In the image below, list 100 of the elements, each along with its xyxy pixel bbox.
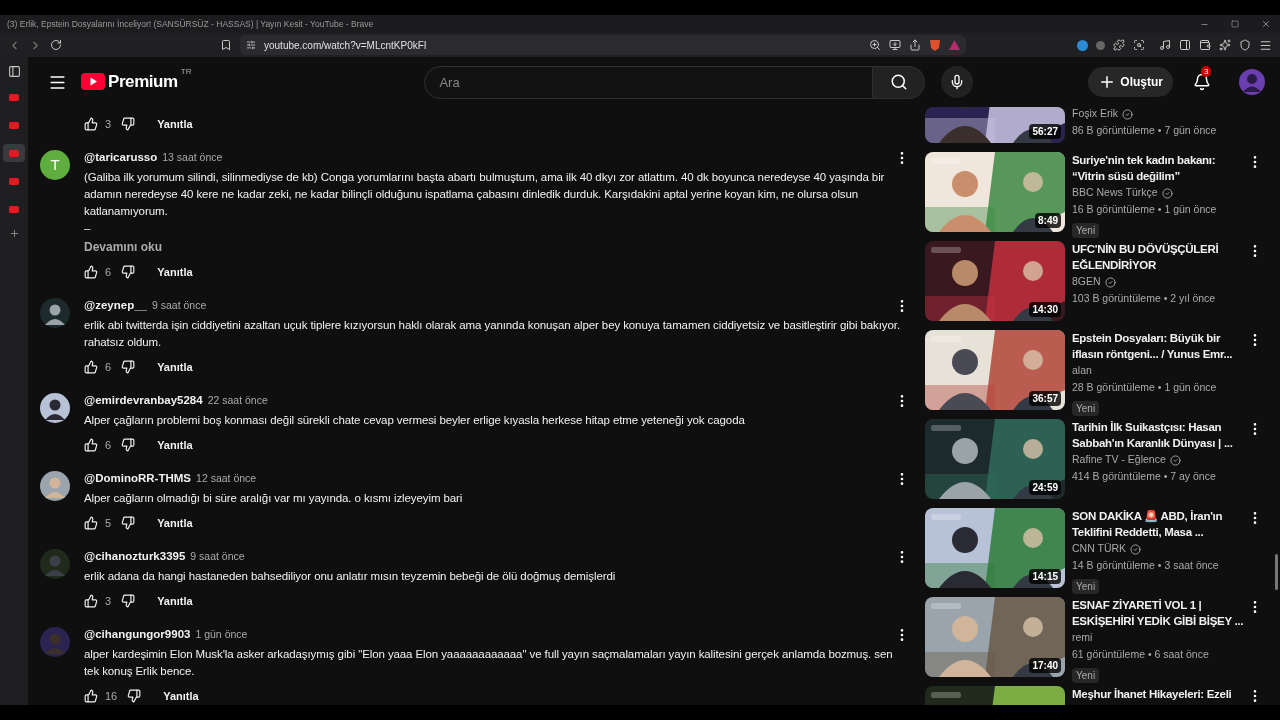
reply-button[interactable]: Yanıtla xyxy=(151,355,199,379)
tab-favicon[interactable] xyxy=(3,144,25,162)
logo-icon[interactable] xyxy=(81,73,105,90)
reply-button[interactable]: Yanıtla xyxy=(151,511,199,535)
notification-count: 3 xyxy=(1201,66,1212,77)
new-badge: Yeni xyxy=(1072,668,1100,683)
reply-button[interactable]: Yanıtla xyxy=(157,684,205,705)
reply-button[interactable]: Yanıtla xyxy=(151,112,199,136)
comment-text: Alper cağların olmadığı bi süre aralığı var mı yayında. o kısmı izleyeyim bari xyxy=(84,491,464,506)
shield-icon[interactable] xyxy=(929,38,941,52)
video-meta: 14 B görüntüleme • 3 saat önce xyxy=(1072,558,1220,573)
thumbs-up-icon[interactable] xyxy=(84,438,98,452)
video-meta: 16 B görüntüleme • 1 gün önce xyxy=(1072,202,1218,217)
channel-name[interactable]: Foşix Erik xyxy=(1072,107,1119,122)
thumbs-down-icon[interactable] xyxy=(121,594,136,608)
install-icon[interactable] xyxy=(889,39,901,51)
music-icon[interactable] xyxy=(1159,39,1171,51)
vpn-icon[interactable] xyxy=(1239,39,1251,51)
video-duration: 24:59 xyxy=(1029,480,1061,495)
avatar[interactable] xyxy=(40,298,70,328)
extension-icon[interactable] xyxy=(1077,39,1088,51)
video-title[interactable]: Suriye'nin tek kadın bakanı: “Vitrin süsü değilim” xyxy=(1072,152,1248,184)
thumbs-down-icon[interactable] xyxy=(121,117,136,131)
extensions-icon[interactable] xyxy=(1113,39,1125,51)
bookmark-icon[interactable] xyxy=(220,39,232,51)
triangle-icon[interactable] xyxy=(949,40,960,50)
comment-time[interactable]: 9 saat önce xyxy=(152,298,207,314)
scrollbar-thumb[interactable] xyxy=(1275,554,1278,590)
avatar[interactable] xyxy=(40,393,70,423)
channel-name[interactable]: BBC News Türkçe xyxy=(1072,185,1158,201)
comment-author[interactable]: @taricarusso xyxy=(84,149,158,167)
address-bar[interactable]: youtube.com/watch?v=MLcntKP0kFI xyxy=(240,35,966,55)
thumbs-up-icon[interactable] xyxy=(84,265,98,279)
comment-author[interactable]: @cihanozturk3395 xyxy=(84,548,186,566)
thumbs-down-icon[interactable] xyxy=(121,265,136,279)
video-title[interactable]: UFC'NİN BU DÖVÜŞÇÜLERİ EĞLENDİRİYOR xyxy=(1072,241,1248,273)
video-title[interactable]: Tarihin İlk Suikastçısı: Hasan Sabbah'ın Karanlık Dünyası | ... xyxy=(1072,419,1248,451)
thumbs-down-icon[interactable] xyxy=(121,360,136,374)
comment-time[interactable]: 22 saat önce xyxy=(207,393,268,409)
account-avatar[interactable] xyxy=(1239,69,1265,95)
read-more-link[interactable]: Devamını oku xyxy=(84,239,163,256)
comment-time[interactable]: 9 saat önce xyxy=(190,549,245,565)
close-icon[interactable] xyxy=(1261,19,1271,29)
zoom-icon[interactable] xyxy=(869,39,881,51)
video-title[interactable]: SON DAKİKA 🚨 ABD, İran'ın Teklifini Reddetti, Masa ... xyxy=(1072,508,1248,540)
thumbs-down-icon[interactable] xyxy=(121,438,136,452)
sparkle-icon[interactable] xyxy=(1219,39,1231,51)
thumbs-up-icon[interactable] xyxy=(84,360,98,374)
channel-name[interactable]: 8GEN xyxy=(1072,274,1101,290)
like-count: 6 xyxy=(105,437,112,453)
video-meta: 103 B görüntüleme • 2 yıl önce xyxy=(1072,291,1217,306)
reply-button[interactable]: Yanıtla xyxy=(151,589,199,613)
like-count: 3 xyxy=(105,593,112,609)
comment-time[interactable]: 13 saat önce xyxy=(162,150,223,166)
sidebar-panel-icon[interactable] xyxy=(7,65,21,78)
comment-author[interactable]: @emirdevranbay5284 xyxy=(84,392,203,410)
thumbs-down-icon[interactable] xyxy=(121,516,136,530)
new-badge: Yeni xyxy=(1072,223,1100,238)
reply-button[interactable]: Yanıtla xyxy=(151,433,199,457)
sidebar-icon[interactable] xyxy=(1179,39,1191,51)
voice-search-button[interactable] xyxy=(941,66,974,98)
video-title[interactable]: Meşhur İhanet Hikayeleri: Ezeli xyxy=(1072,686,1248,702)
video-title[interactable]: Epstein Dosyaları: Büyük bir iflasın röntgeni... / Yunus Emr... xyxy=(1072,330,1248,362)
video-duration: 36:57 xyxy=(1029,391,1061,406)
video-title[interactable]: ESNAF ZİYARETİ VOL 1 | ESKİŞEHİRİ YEDİK GİBİ BİŞEY ... xyxy=(1072,597,1248,629)
share-icon[interactable] xyxy=(909,39,921,51)
channel-name[interactable]: alan xyxy=(1072,363,1092,379)
search-field[interactable]: Ara xyxy=(424,65,874,99)
thumbs-up-icon[interactable] xyxy=(84,117,98,131)
comment-time[interactable]: 12 saat önce xyxy=(196,471,257,487)
screenshot-icon[interactable] xyxy=(1133,39,1145,51)
comment-author[interactable]: @DominoRR-THMS xyxy=(84,470,192,488)
channel-name[interactable]: remi xyxy=(1072,630,1093,646)
avatar[interactable] xyxy=(40,471,70,501)
like-count: 5 xyxy=(105,515,112,531)
thumbs-up-icon[interactable] xyxy=(84,594,98,608)
notifications-icon[interactable] xyxy=(1193,73,1211,91)
video-meta: 61 görüntüleme • 6 saat önce xyxy=(1072,647,1210,662)
thumbs-down-icon[interactable] xyxy=(127,689,142,703)
comment-time[interactable]: 1 gün önce xyxy=(195,627,248,643)
thumbs-up-icon[interactable] xyxy=(84,516,98,530)
reply-button[interactable]: Yanıtla xyxy=(151,260,199,284)
thumbs-up-icon[interactable] xyxy=(84,689,98,703)
video-meta: 86 B görüntüleme • 7 gün önce xyxy=(1072,123,1218,138)
extension-icon[interactable] xyxy=(1096,40,1105,50)
channel-name[interactable]: CNN TÜRK xyxy=(1072,541,1127,557)
site-settings-icon[interactable] xyxy=(246,40,256,50)
comment-author[interactable]: @cihangungor9903 xyxy=(84,626,191,644)
wallet-icon[interactable] xyxy=(1199,39,1211,51)
region-code: TR xyxy=(180,66,192,78)
comment-text: (Galiba ilk yorumum silindi, silinmediyse de kb) Conga yorumlarını başta abartı bulmuştum, ama ilk 40 dkyı zor atlattım. 40 dk boyunca neredeyse 40 yaşında bir adamın neredeyse 40 kere ne kadar zeki, ne kadar bilinçli olduğunu ispatlama çabasını dinledik durduk. Karşıdakini aptal yerine koyan kim, ne olursa olsun katlanamıyorum. – xyxy=(84,170,886,236)
comment-author[interactable]: @zeynep__ xyxy=(84,297,147,315)
channel-name[interactable]: Rafine TV - Eğlence xyxy=(1072,452,1166,468)
maximize-icon[interactable] xyxy=(1231,20,1239,28)
search-button[interactable] xyxy=(873,65,926,99)
add-icon[interactable] xyxy=(8,228,20,239)
logo-text[interactable]: Premium xyxy=(108,73,178,91)
reload-icon[interactable] xyxy=(50,39,62,51)
create-button[interactable]: Oluştur xyxy=(1088,67,1173,97)
menu-icon[interactable] xyxy=(1259,38,1272,52)
